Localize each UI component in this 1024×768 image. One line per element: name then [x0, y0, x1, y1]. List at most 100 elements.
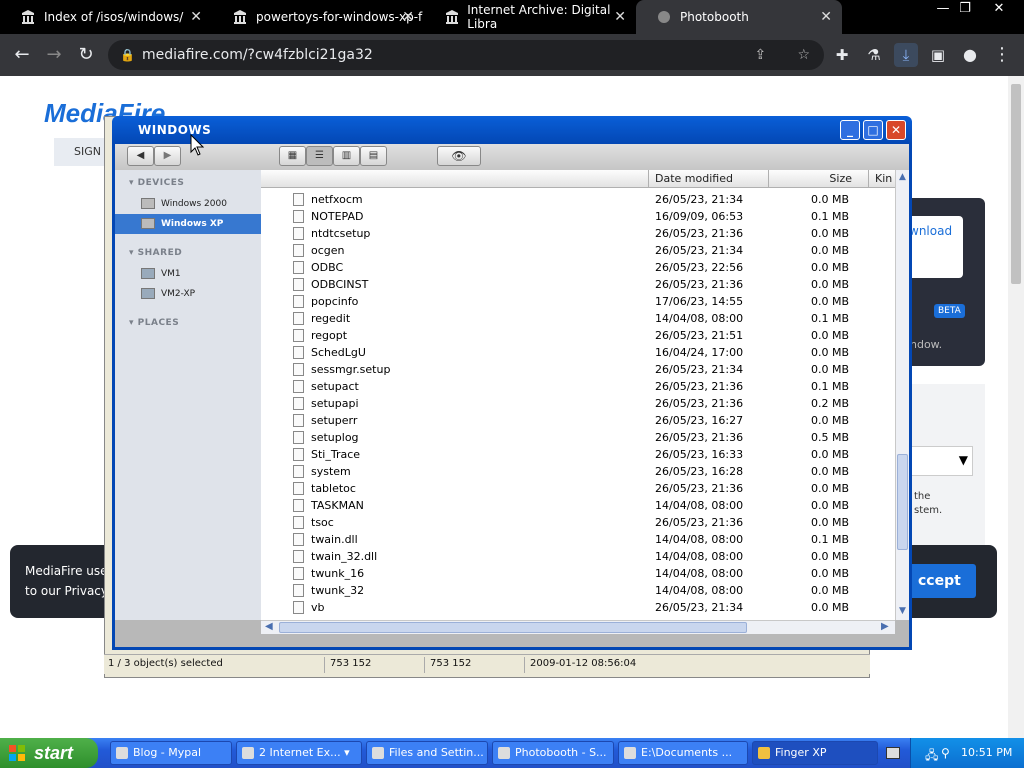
back-button[interactable]: ◀	[127, 146, 154, 166]
table-row[interactable]: setuperr 26/05/23, 16:27 0.0 MB	[261, 412, 895, 429]
column-header-kind[interactable]: Kin	[869, 170, 895, 188]
table-row[interactable]: tsoc 26/05/23, 21:36 0.0 MB	[261, 514, 895, 531]
download-link[interactable]: wnload	[905, 216, 963, 278]
forward-button[interactable]: ▶	[154, 146, 181, 166]
coverflow-view-icon[interactable]: ▤	[360, 146, 387, 166]
folder-icon	[758, 747, 770, 759]
page-scroll-thumb[interactable]	[1011, 84, 1021, 284]
table-row[interactable]: netfxocm 26/05/23, 21:34 0.0 MB	[261, 191, 895, 208]
extensions-icon[interactable]: ✚	[830, 43, 854, 67]
search-icon[interactable]: ⚲	[941, 746, 950, 760]
back-icon[interactable]: ←	[10, 43, 34, 67]
table-row[interactable]: ocgen 26/05/23, 21:34 0.0 MB	[261, 242, 895, 259]
icon-view-icon[interactable]: ▦	[279, 146, 306, 166]
close-tab-icon[interactable]: ✕	[820, 9, 832, 25]
file-list-hscroll[interactable]: ◀ ▶	[261, 620, 895, 634]
download-icon[interactable]: ⤓	[894, 43, 918, 67]
menu-icon[interactable]: ⋮	[990, 43, 1014, 67]
column-view-icon[interactable]: ▥	[333, 146, 360, 166]
table-row[interactable]: SchedLgU 16/04/24, 17:00 0.0 MB	[261, 344, 895, 361]
taskbar-item-documents[interactable]: E:\Documents ...	[618, 741, 748, 765]
sidebar-header-places[interactable]: ▾ PLACES	[129, 318, 179, 328]
taskbar-item-photobooth[interactable]: Photobooth - S...	[492, 741, 614, 765]
scroll-left-icon[interactable]: ◀	[265, 621, 273, 632]
tab-index-isos[interactable]: Index of /isos/windows/ ✕	[0, 0, 212, 34]
taskbar-item-finger-xp[interactable]: Finger XP	[752, 741, 878, 765]
scroll-down-icon[interactable]: ▼	[897, 606, 908, 618]
table-row[interactable]: Sti_Trace 26/05/23, 16:33 0.0 MB	[261, 446, 895, 463]
vscroll-thumb[interactable]	[897, 454, 908, 550]
tray-clock[interactable]: 10:51 PM	[961, 746, 1012, 759]
close-tab-icon[interactable]: ✕	[402, 9, 414, 25]
file-icon	[293, 244, 304, 257]
file-icon	[293, 448, 304, 461]
close-tab-icon[interactable]: ✕	[614, 9, 626, 25]
table-row[interactable]: twain.dll 14/04/08, 08:00 0.1 MB	[261, 531, 895, 548]
sidebar-header-shared[interactable]: ▾ SHARED	[129, 248, 182, 258]
restore-window-icon[interactable]: ❐	[950, 0, 980, 18]
page-scrollbar[interactable]	[1008, 76, 1024, 738]
column-header-date[interactable]: Date modified	[649, 170, 769, 188]
table-row[interactable]: setupapi 26/05/23, 21:36 0.2 MB	[261, 395, 895, 412]
file-list-vscroll[interactable]: ▲ ▼	[895, 170, 909, 620]
table-row[interactable]: popcinfo 17/06/23, 14:55 0.0 MB	[261, 293, 895, 310]
tab-powertoys[interactable]: powertoys-for-windows-xp-f ✕	[212, 0, 424, 34]
tab-internet-archive[interactable]: Internet Archive: Digital Libra ✕	[424, 0, 636, 34]
close-tab-icon[interactable]: ✕	[190, 9, 202, 25]
keyboard-icon[interactable]	[886, 747, 900, 759]
table-row[interactable]: TASKMAN 14/04/08, 08:00 0.0 MB	[261, 497, 895, 514]
internet-explorer-icon	[242, 747, 254, 759]
reload-icon[interactable]: ↻	[74, 43, 98, 67]
table-row[interactable]: NOTEPAD 16/09/09, 06:53 0.1 MB	[261, 208, 895, 225]
table-row[interactable]: tabletoc 26/05/23, 21:36 0.0 MB	[261, 480, 895, 497]
address-bar[interactable]: 🔒 mediafire.com/?cw4fzblci21ga32 ⇪ ☆	[108, 40, 824, 70]
file-date: 16/09/09, 06:53	[655, 210, 744, 223]
column-header-size[interactable]: Size	[769, 170, 869, 188]
column-header-name[interactable]	[261, 170, 649, 188]
tab-label: Internet Archive: Digital Libra	[467, 3, 611, 31]
table-row[interactable]: vb 26/05/23, 21:34 0.0 MB	[261, 599, 895, 616]
table-row[interactable]: ntdtcsetup 26/05/23, 21:36 0.0 MB	[261, 225, 895, 242]
sidebar-header-devices[interactable]: ▾ DEVICES	[129, 178, 184, 188]
sidebar-item-vm1[interactable]: VM1	[115, 264, 261, 284]
profile-icon[interactable]: ●	[958, 43, 982, 67]
scroll-right-icon[interactable]: ▶	[881, 621, 889, 632]
table-row[interactable]: regopt 26/05/23, 21:51 0.0 MB	[261, 327, 895, 344]
taskbar-item-files-settings[interactable]: Files and Settin...	[366, 741, 488, 765]
close-icon[interactable]: ✕	[886, 120, 906, 140]
start-button[interactable]: start	[0, 738, 98, 768]
options-select[interactable]: ▼	[905, 446, 973, 476]
table-row[interactable]: twain_32.dll 14/04/08, 08:00 0.0 MB	[261, 548, 895, 565]
close-window-icon[interactable]: ✕	[984, 0, 1014, 18]
table-row[interactable]: sessmgr.setup 26/05/23, 21:34 0.0 MB	[261, 361, 895, 378]
table-row[interactable]: setupact 26/05/23, 21:36 0.1 MB	[261, 378, 895, 395]
share-icon[interactable]: ⇪	[755, 47, 767, 63]
forward-icon[interactable]: →	[42, 43, 66, 67]
accept-button[interactable]: ccept	[908, 564, 976, 598]
side-panel-icon[interactable]: ▣	[926, 43, 950, 67]
tab-photobooth[interactable]: Photobooth ✕	[636, 0, 842, 34]
table-row[interactable]: regedit 14/04/08, 08:00 0.1 MB	[261, 310, 895, 327]
table-row[interactable]: twunk_16 14/04/08, 08:00 0.0 MB	[261, 565, 895, 582]
sidebar-item-windows-2000[interactable]: Windows 2000	[115, 194, 261, 214]
hscroll-thumb[interactable]	[279, 622, 747, 633]
maximize-icon[interactable]: □	[863, 120, 883, 140]
taskbar-item-internet-explorer[interactable]: 2 Internet Ex... ▾	[236, 741, 362, 765]
network-icon[interactable]: 🖧	[925, 746, 938, 767]
table-row[interactable]: ODBC 26/05/23, 22:56 0.0 MB	[261, 259, 895, 276]
taskbar-item-blog-mypal[interactable]: Blog - Mypal	[110, 741, 232, 765]
list-view-icon[interactable]: ☰	[306, 146, 333, 166]
window-titlebar[interactable]: WINDOWS _ □ ✕	[112, 116, 912, 144]
file-icon	[293, 499, 304, 512]
scroll-up-icon[interactable]: ▲	[897, 172, 908, 184]
minimize-icon[interactable]: _	[840, 120, 860, 140]
labs-icon[interactable]: ⚗	[862, 43, 886, 67]
sidebar-item-vm2-xp[interactable]: VM2-XP	[115, 284, 261, 304]
table-row[interactable]: ODBCINST 26/05/23, 21:36 0.0 MB	[261, 276, 895, 293]
table-row[interactable]: twunk_32 14/04/08, 08:00 0.0 MB	[261, 582, 895, 599]
table-row[interactable]: setuplog 26/05/23, 21:36 0.5 MB	[261, 429, 895, 446]
sidebar-item-windows-xp[interactable]: Windows XP	[115, 214, 261, 234]
star-icon[interactable]: ☆	[797, 47, 810, 63]
quicklook-eye-icon[interactable]: 👁	[437, 146, 481, 166]
table-row[interactable]: system 26/05/23, 16:28 0.0 MB	[261, 463, 895, 480]
